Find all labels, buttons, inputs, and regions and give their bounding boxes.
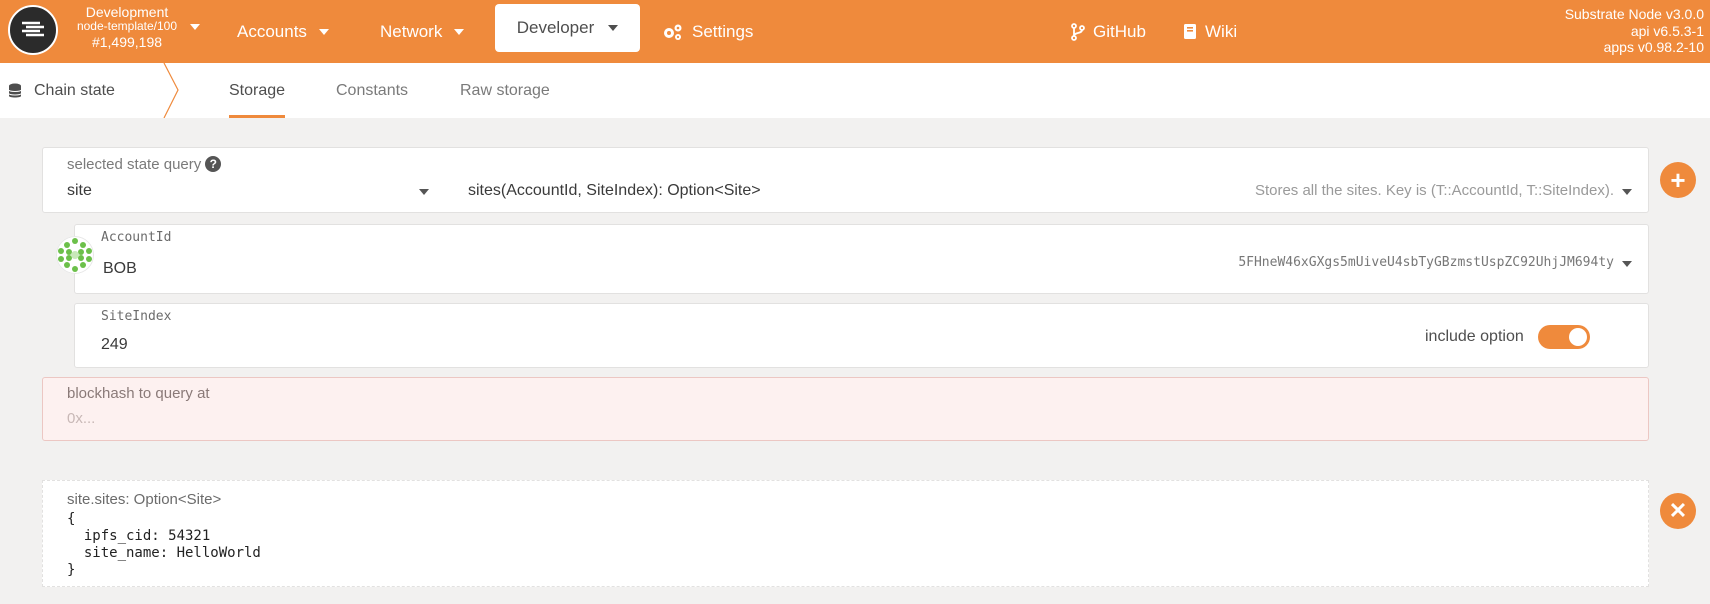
nav-accounts[interactable]: Accounts (237, 0, 329, 63)
result-title: site.sites: Option<Site> (67, 491, 222, 508)
nav-accounts-label: Accounts (237, 21, 307, 41)
method-select[interactable]: sites(AccountId, SiteIndex): Option<Site… (468, 182, 761, 200)
account-identicon (56, 236, 94, 274)
substrate-logo-icon[interactable] (8, 5, 58, 55)
chevron-down-icon[interactable] (419, 189, 429, 195)
query-result: site.sites: Option<Site> { ipfs_cid: 543… (42, 480, 1649, 587)
nav-settings-label: Settings (692, 21, 754, 41)
blockhash-label: blockhash to query at (67, 385, 210, 402)
account-name: BOB (103, 260, 137, 277)
section-chain-state: Chain state (8, 63, 115, 118)
top-bar: Development node-template/100 #1,499,198… (0, 0, 1710, 63)
blockhash-field[interactable]: blockhash to query at 0x... (42, 377, 1649, 441)
include-option-toggle[interactable] (1538, 325, 1590, 349)
include-option-label: include option (1425, 328, 1524, 345)
state-query-selector: selected state query? site sites(Account… (42, 147, 1649, 213)
account-id-label: AccountId (101, 230, 172, 245)
sub-navigation: Chain state Storage Constants Raw storag… (0, 63, 1710, 118)
chevron-down-icon[interactable] (1622, 261, 1632, 267)
account-address: 5FHneW46xGXgs5mUiveU4sbTyGBzmstUspZC92Uh… (1238, 255, 1614, 270)
api-version: api v6.5.3-1 (1630, 22, 1704, 39)
identicon-icon (56, 236, 94, 274)
add-query-button[interactable]: + (1660, 162, 1696, 198)
breadcrumb-separator (163, 63, 179, 118)
account-id-field[interactable]: AccountId BOB 5FHneW46xGXgs5mUiveU4sbTyG… (74, 224, 1649, 294)
site-index-label: SiteIndex (101, 309, 172, 324)
best-block: #1,499,198 (91, 33, 163, 50)
chain-selector[interactable]: Development node-template/100 #1,499,198 (62, 4, 192, 50)
nav-github-label: GitHub (1093, 21, 1146, 41)
section-title: Chain state (34, 81, 115, 99)
nav-github[interactable]: GitHub (1071, 0, 1146, 63)
tab-constants[interactable]: Constants (336, 63, 408, 118)
nav-wiki-label: Wiki (1205, 21, 1238, 41)
tab-storage[interactable]: Storage (229, 63, 286, 118)
chevron-down-icon[interactable] (1622, 189, 1632, 195)
nav-network-label: Network (380, 21, 443, 41)
runtime-version: node-template/100 (76, 19, 178, 34)
site-index-input[interactable]: 249 (101, 336, 128, 354)
nav-network[interactable]: Network (380, 0, 465, 63)
remove-result-button[interactable]: ✕ (1660, 493, 1696, 529)
nav-wiki[interactable]: Wiki (1183, 0, 1237, 63)
tab-raw-storage[interactable]: Raw storage (460, 63, 550, 118)
state-query-label: selected state query? (67, 156, 222, 173)
nav-settings[interactable]: Settings (662, 0, 753, 63)
chevron-down-icon[interactable] (190, 24, 200, 30)
chain-name: Development (85, 4, 169, 20)
database-icon (8, 83, 22, 97)
method-description: Stores all the sites. Key is (T::Account… (1254, 182, 1614, 199)
chevron-down-icon (608, 25, 619, 31)
module-select[interactable]: site (67, 182, 92, 200)
site-index-field[interactable]: SiteIndex 249 include option (74, 303, 1649, 368)
apps-version: apps v0.98.2-10 (1603, 39, 1704, 56)
gears-icon (664, 24, 682, 40)
result-value: { ipfs_cid: 54321 site_name: HelloWorld … (67, 511, 261, 579)
state-query-label-text: selected state query (67, 156, 202, 173)
close-icon: ✕ (1668, 498, 1688, 523)
chevron-down-icon (454, 28, 465, 35)
node-version: Substrate Node v3.0.0 (1564, 6, 1704, 22)
node-info: Substrate Node v3.0.0 api v6.5.3-1 apps … (1565, 6, 1704, 56)
toggle-knob (1569, 328, 1587, 346)
book-icon (1184, 24, 1196, 39)
plus-icon: + (1670, 165, 1686, 195)
nav-developer-label: Developer (516, 18, 595, 37)
nav-developer[interactable]: Developer (495, 4, 640, 52)
chevron-down-icon (318, 28, 329, 35)
question-icon[interactable]: ? (205, 156, 222, 172)
blockhash-input[interactable]: 0x... (67, 410, 95, 427)
code-branch-icon (1071, 22, 1085, 41)
